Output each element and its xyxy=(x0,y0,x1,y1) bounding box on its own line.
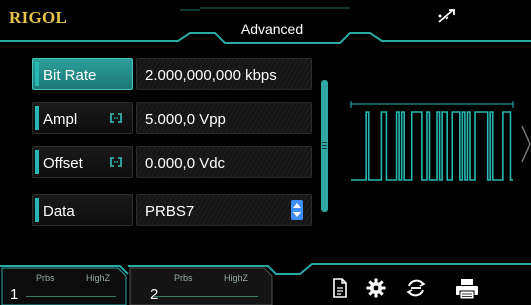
bit-rate-button[interactable]: Bit Rate xyxy=(32,58,133,90)
ampl-label: Ampl xyxy=(43,111,78,128)
brand-logo: RIGOL xyxy=(9,8,68,27)
offset-label: Offset xyxy=(43,155,83,172)
param-row-data: Data PRBS7 xyxy=(32,194,312,226)
bit-rate-value: 2.000,000,000 kbps xyxy=(145,67,277,84)
ampl-button[interactable]: Ampl xyxy=(32,102,133,134)
top-bar: RIGOL Advanced xyxy=(0,0,531,44)
param-row-bit-rate: Bit Rate 2.000,000,000 kbps xyxy=(32,58,312,90)
channel-1-underline xyxy=(26,296,116,297)
link-icon xyxy=(110,157,122,167)
data-value-field[interactable]: PRBS7 xyxy=(136,194,312,226)
bit-rate-value-field[interactable]: 2.000,000,000 kbps xyxy=(136,58,312,90)
channel-2-tab[interactable]: Prbs HighZ 2 xyxy=(130,269,270,305)
channel-2-load: HighZ xyxy=(224,273,249,283)
bottom-bar: Prbs HighZ 1 Prbs HighZ 2 xyxy=(0,254,531,305)
channel-1-tab[interactable]: Prbs HighZ 1 xyxy=(2,269,122,305)
ampl-value-field[interactable]: 5.000,0 Vpp xyxy=(136,102,312,134)
offset-button[interactable]: Offset xyxy=(32,146,133,178)
ampl-value: 5.000,0 Vpp xyxy=(145,111,226,128)
param-row-ampl: Ampl 5.000,0 Vpp xyxy=(32,102,312,134)
document-icon[interactable] xyxy=(332,278,348,298)
waveform-preview xyxy=(350,101,514,181)
link-icon xyxy=(110,113,122,123)
updown-spinner-icon[interactable] xyxy=(291,200,303,220)
sync-icon[interactable] xyxy=(405,278,427,298)
scrollbar-grip-icon xyxy=(322,142,327,150)
channel-2-mode: Prbs xyxy=(174,273,193,283)
bit-rate-label: Bit Rate xyxy=(43,67,97,84)
mode-title: Advanced xyxy=(240,21,304,37)
scrollbar[interactable] xyxy=(321,80,328,212)
channel-1-mode: Prbs xyxy=(36,273,55,283)
data-button[interactable]: Data xyxy=(32,194,133,226)
chevron-right-icon[interactable] xyxy=(521,124,531,164)
offset-value: 0.000,0 Vdc xyxy=(145,155,226,172)
offset-value-field[interactable]: 0.000,0 Vdc xyxy=(136,146,312,178)
channel-1-load: HighZ xyxy=(86,273,111,283)
channel-1-number: 1 xyxy=(10,286,19,303)
data-label: Data xyxy=(43,203,75,220)
settings-gear-icon[interactable] xyxy=(366,278,386,298)
param-row-offset: Offset 0.000,0 Vdc xyxy=(32,146,312,178)
data-value: PRBS7 xyxy=(145,203,195,220)
channel-2-underline xyxy=(154,296,258,297)
channel-2-number: 2 xyxy=(150,286,159,303)
print-icon[interactable] xyxy=(455,278,479,300)
usb-icon xyxy=(438,9,455,23)
waveform-trace xyxy=(351,111,513,181)
